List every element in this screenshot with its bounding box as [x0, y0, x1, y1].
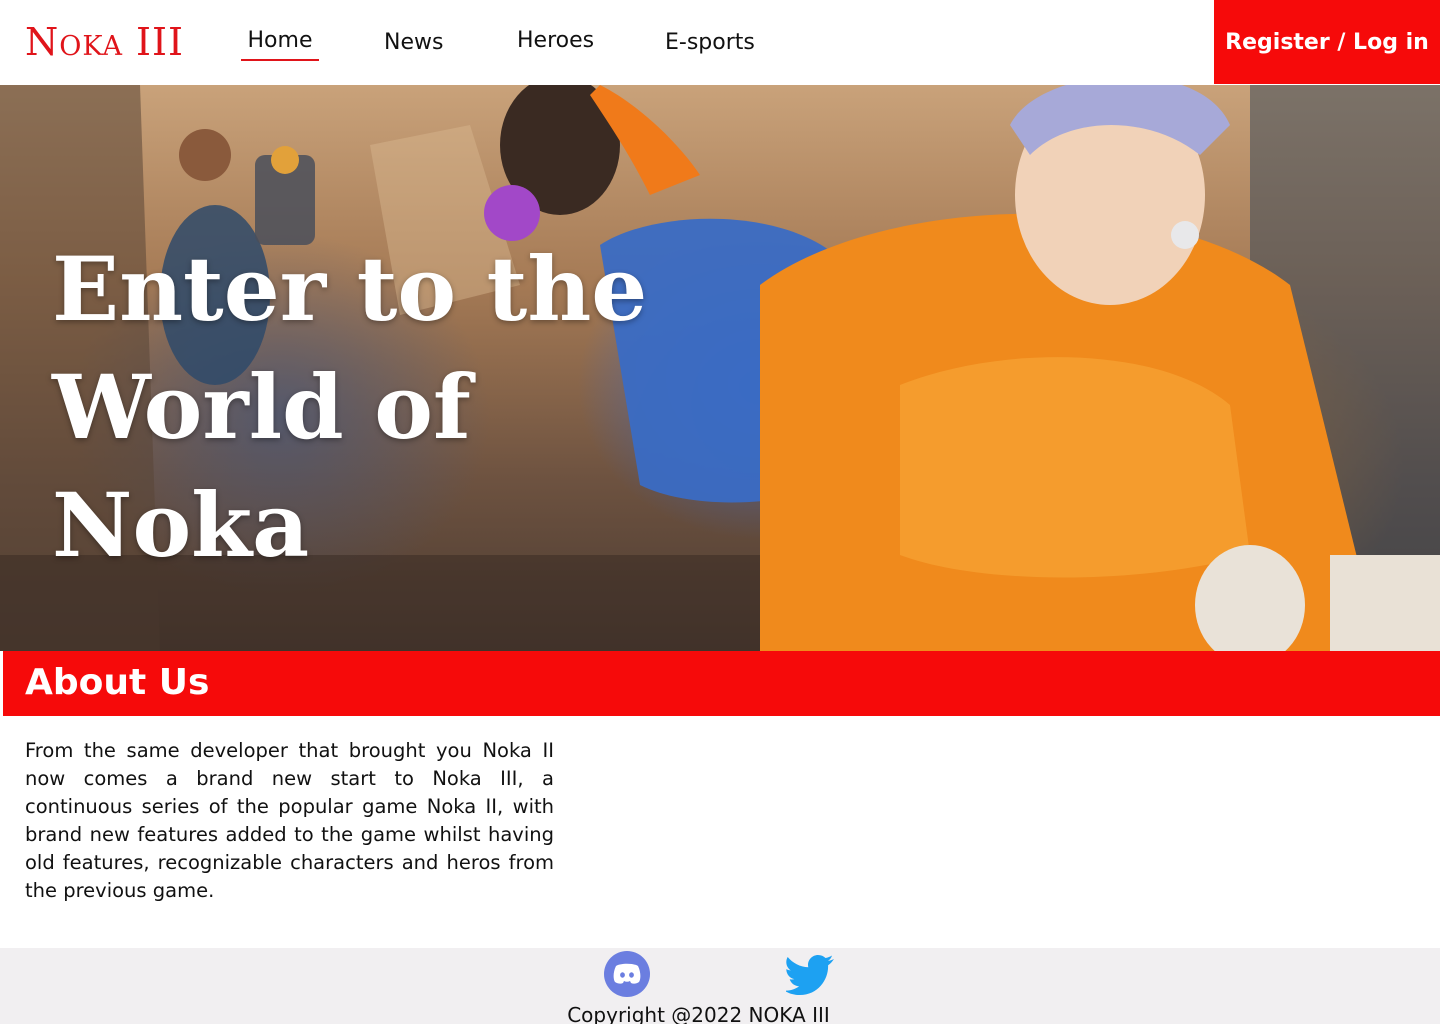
nav-home[interactable]: Home — [241, 26, 319, 61]
twitter-bird-glyph — [784, 955, 834, 995]
twitter-icon[interactable] — [784, 953, 836, 997]
copyright-text: Copyright @2022 NOKA III — [567, 1003, 830, 1024]
register-login-button[interactable]: Register / Log in — [1214, 0, 1440, 84]
hero-title: Enter to the World of Noka — [52, 230, 752, 584]
site-logo[interactable]: Noka III — [25, 18, 184, 66]
about-header-bar: About Us — [3, 651, 1440, 716]
nav-heroes[interactable]: Heroes — [517, 26, 594, 56]
site-footer: Copyright @2022 NOKA III — [0, 948, 1440, 1024]
discord-icon[interactable] — [604, 951, 650, 997]
hero-banner: Enter to the World of Noka — [0, 85, 1440, 651]
nav-esports[interactable]: E-sports — [665, 28, 755, 58]
nav-news[interactable]: News — [384, 28, 443, 58]
hero-title-line-2: World of Noka — [52, 355, 471, 577]
hero-title-line-1: Enter to the — [52, 237, 648, 341]
about-text: From the same developer that brought you… — [25, 739, 554, 902]
site-header: Noka III Home News Heroes E-sports Regis… — [0, 0, 1440, 85]
about-title: About Us — [25, 662, 210, 703]
discord-logo-glyph — [613, 963, 641, 984]
